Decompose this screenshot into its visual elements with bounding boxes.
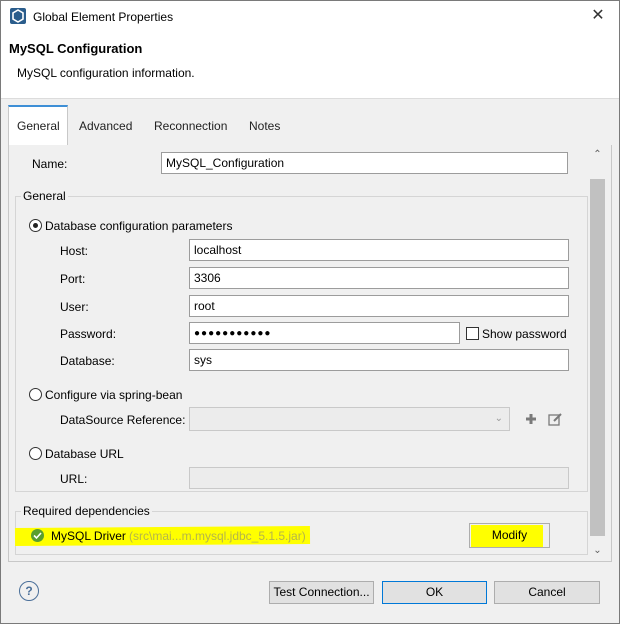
scroll-thumb[interactable] bbox=[590, 179, 605, 536]
title-bar: Global Element Properties ✕ bbox=[1, 1, 619, 32]
db-params-label: Database configuration parameters bbox=[45, 219, 233, 233]
host-label: Host: bbox=[60, 244, 89, 258]
database-input[interactable] bbox=[189, 349, 569, 371]
name-label: Name: bbox=[32, 157, 68, 171]
db-params-radio[interactable] bbox=[29, 219, 42, 232]
user-label: User: bbox=[60, 300, 89, 314]
show-password-checkbox[interactable] bbox=[466, 327, 479, 340]
password-input[interactable] bbox=[189, 322, 460, 344]
db-url-radio[interactable] bbox=[29, 447, 42, 460]
url-label: URL: bbox=[60, 472, 88, 486]
cancel-button[interactable]: Cancel bbox=[494, 581, 600, 604]
dependencies-title: Required dependencies bbox=[21, 504, 152, 518]
tab-strip: General Advanced Reconnection Notes bbox=[8, 105, 610, 146]
vertical-scrollbar[interactable]: ⌃ ⌄ bbox=[589, 146, 606, 559]
database-label: Database: bbox=[60, 354, 115, 368]
port-label: Port: bbox=[60, 272, 86, 286]
test-connection-button[interactable]: Test Connection... bbox=[269, 581, 374, 604]
dialog-window: Global Element Properties ✕ MySQL Config… bbox=[0, 0, 620, 624]
datasource-label: DataSource Reference: bbox=[60, 413, 186, 427]
dialog-description: MySQL configuration information. bbox=[17, 66, 195, 80]
window-title: Global Element Properties bbox=[33, 10, 174, 24]
edit-icon[interactable] bbox=[547, 411, 563, 427]
check-icon bbox=[31, 529, 44, 542]
dialog-header: MySQL Configuration MySQL configuration … bbox=[1, 32, 619, 99]
port-input[interactable] bbox=[189, 267, 569, 289]
show-password-label: Show password bbox=[482, 327, 567, 341]
tab-general[interactable]: General bbox=[8, 105, 68, 146]
driver-path: (src\mai...m.mysql.jdbc_5.1.5.jar) bbox=[129, 529, 306, 543]
modify-button[interactable]: Modify bbox=[469, 523, 550, 548]
scroll-down-icon[interactable]: ⌄ bbox=[589, 542, 606, 559]
spring-bean-label: Configure via spring-bean bbox=[45, 388, 183, 402]
scroll-up-icon[interactable]: ⌃ bbox=[589, 146, 606, 163]
dialog-title: MySQL Configuration bbox=[9, 41, 143, 56]
url-input[interactable] bbox=[189, 467, 569, 489]
tab-notes[interactable]: Notes bbox=[241, 105, 288, 145]
add-icon[interactable] bbox=[523, 411, 539, 427]
app-icon bbox=[10, 8, 26, 24]
datasource-select[interactable]: ⌄ bbox=[189, 407, 510, 431]
tab-reconnection[interactable]: Reconnection bbox=[146, 105, 235, 145]
chevron-down-icon: ⌄ bbox=[494, 413, 503, 424]
user-input[interactable] bbox=[189, 295, 569, 317]
tab-advanced[interactable]: Advanced bbox=[71, 105, 140, 145]
name-input[interactable] bbox=[161, 152, 568, 174]
general-group-title: General bbox=[21, 189, 68, 203]
host-input[interactable] bbox=[189, 239, 569, 261]
driver-label: MySQL Driver bbox=[51, 529, 126, 543]
password-label: Password: bbox=[60, 327, 117, 341]
ok-button[interactable]: OK bbox=[382, 581, 487, 604]
close-icon[interactable]: ✕ bbox=[581, 3, 615, 29]
help-icon[interactable]: ? bbox=[19, 581, 39, 601]
spring-bean-radio[interactable] bbox=[29, 388, 42, 401]
db-url-label: Database URL bbox=[45, 447, 124, 461]
